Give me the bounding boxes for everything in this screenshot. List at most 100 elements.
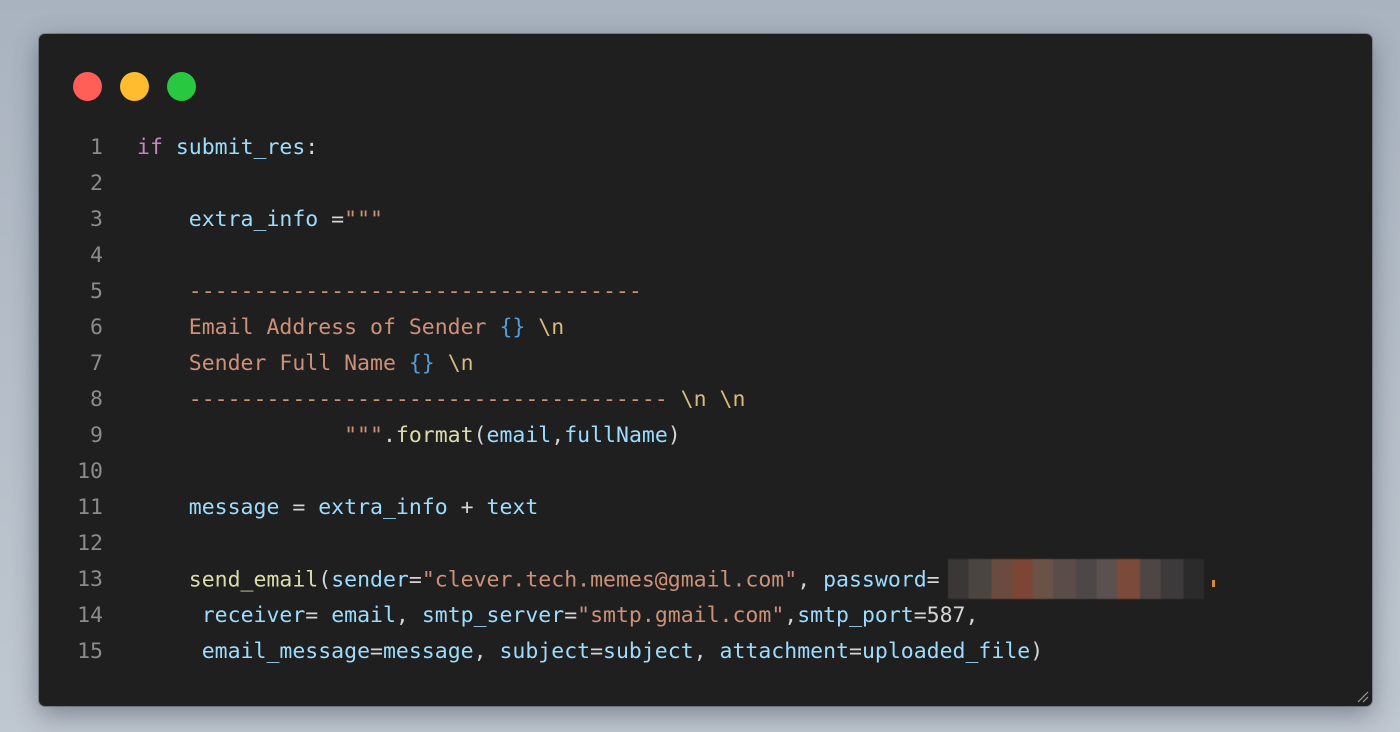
code-token: ,	[473, 639, 500, 664]
line-number: 3	[90, 207, 103, 232]
code-token: =	[408, 567, 422, 593]
code-line: 8 ------------------------------------- …	[39, 382, 1372, 418]
code-token: ,	[395, 603, 422, 628]
code-text: -----------------------------------	[137, 274, 642, 310]
line-number: 9	[90, 423, 103, 448]
redacted-password-blur	[947, 559, 1204, 599]
code-token: email	[486, 423, 552, 448]
code-token: ,	[693, 639, 720, 664]
line-number: 5	[90, 279, 103, 304]
code-token: \n	[680, 387, 707, 412]
line-number: 2	[90, 171, 103, 196]
trailing-mark	[1211, 580, 1215, 587]
code-token: uploaded_file	[861, 639, 1031, 664]
code-token: text	[486, 495, 539, 520]
zoom-dot-icon	[167, 72, 196, 101]
code-token: attachment	[719, 639, 849, 664]
code-token: smtp_port	[797, 603, 914, 628]
code-line: 4	[39, 238, 1372, 274]
code-token: send_email	[188, 567, 319, 593]
code-text: send_email(sender="clever.tech.memes@gma…	[137, 559, 1215, 599]
code-token: receiver	[201, 603, 306, 628]
code-token: \n	[538, 315, 565, 340]
code-token: =	[848, 639, 862, 664]
code-text: Email Address of Sender {} \n	[137, 310, 564, 346]
line-number: 12	[77, 531, 103, 556]
code-token: extra_info	[188, 207, 319, 232]
code-token: -----------------------------------	[188, 279, 642, 304]
code-token: =	[279, 495, 319, 520]
line-number: 1	[90, 135, 103, 160]
line-number: 4	[90, 243, 103, 268]
code-text: extra_info ="""	[137, 202, 383, 238]
code-text: message = extra_info + text	[137, 490, 539, 526]
code-token: message	[382, 639, 474, 664]
code-token: ,	[551, 423, 565, 448]
code-token: \n	[719, 387, 746, 412]
code-token: fullName	[564, 423, 668, 448]
code-token: if	[137, 135, 163, 160]
minimize-dot-icon	[120, 72, 149, 101]
code-text: ------------------------------------- \n…	[137, 382, 746, 418]
code-token: )	[1030, 639, 1044, 664]
line-number: 11	[77, 495, 103, 520]
code-token: =	[305, 603, 332, 628]
code-token: sender	[331, 567, 409, 593]
code-text: if submit_res:	[137, 130, 318, 166]
code-token: submit_res	[175, 135, 306, 160]
line-number: 13	[77, 567, 103, 592]
code-line: 5 -----------------------------------	[39, 274, 1372, 310]
code-token: smtp_server	[421, 603, 565, 628]
code-token: )	[667, 423, 681, 448]
code-line: 10	[39, 454, 1372, 490]
code-token: =	[590, 639, 604, 664]
code-token: subject	[603, 639, 694, 664]
line-number: 15	[77, 639, 103, 664]
code-token: format	[395, 423, 474, 448]
code-token: ,	[784, 603, 798, 628]
code-token: "smtp.gmail.com"	[577, 603, 785, 628]
code-token: (	[473, 423, 487, 448]
code-token: extra_info	[318, 495, 448, 520]
code-line: 15 email_message=message, subject=subjec…	[39, 634, 1372, 670]
code-text: Sender Full Name {} \n	[137, 346, 474, 382]
code-token: Sender Full Name	[188, 351, 409, 376]
code-token: Email Address of Sender	[188, 315, 500, 340]
code-token: -------------------------------------	[188, 387, 681, 412]
code-token: """	[344, 207, 383, 232]
code-token: =	[318, 207, 345, 232]
code-token: "clever.tech.memes@gmail.com"	[421, 567, 798, 593]
code-token: (	[318, 567, 332, 593]
line-number: 6	[90, 315, 103, 340]
code-token: email	[331, 603, 396, 628]
code-token: password	[823, 567, 927, 593]
code-line: 13 send_email(sender="clever.tech.memes@…	[39, 559, 1372, 599]
code-line: 2	[39, 166, 1372, 202]
code-token: .	[382, 423, 396, 448]
line-number: 14	[77, 603, 103, 628]
code-token: ,	[797, 567, 824, 593]
resize-handle-icon[interactable]	[1355, 689, 1369, 703]
code-token: +	[447, 495, 487, 520]
code-token: =587,	[913, 603, 979, 628]
code-line: 3 extra_info ="""	[39, 202, 1372, 238]
code-snippet-window: 1 if submit_res: 2 3 extra_info =""" 4 5 ----…	[39, 34, 1372, 706]
code-line: 6 Email Address of Sender {} \n	[39, 310, 1372, 346]
code-line: 7 Sender Full Name {} \n	[39, 346, 1372, 382]
code-token: =	[926, 567, 940, 593]
code-text: email_message=message, subject=subject, …	[137, 634, 1043, 670]
code-text: """.format(email,fullName)	[137, 418, 681, 454]
code-token: =	[370, 639, 383, 664]
code-line: 9 """.format(email,fullName)	[39, 418, 1372, 454]
line-number: 10	[77, 459, 103, 484]
